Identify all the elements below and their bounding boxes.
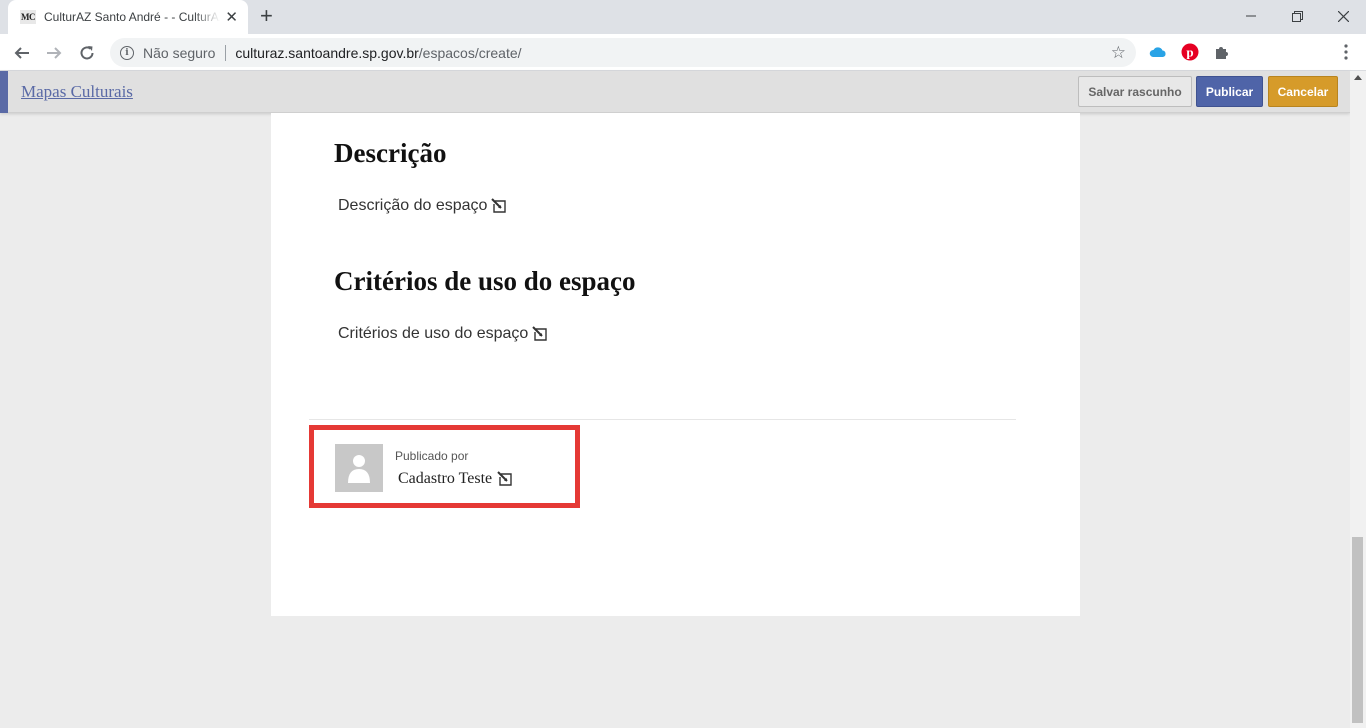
browser-toolbar: i Não seguro culturaz.santoandre.sp.gov.… [0,34,1366,71]
publisher-name[interactable]: Cadastro Teste [398,470,513,488]
restore-icon[interactable] [1274,0,1320,32]
avatar[interactable] [335,444,383,492]
scrollbar-thumb[interactable] [1352,537,1363,723]
published-by-label: Publicado por [395,449,469,463]
publish-button[interactable]: Publicar [1196,76,1263,107]
scroll-up-arrow-icon[interactable] [1354,75,1362,80]
minimize-icon[interactable] [1228,0,1274,32]
back-arrow-icon[interactable] [10,41,34,65]
edit-icon[interactable] [532,326,548,342]
url-host: culturaz.santoandre.sp.gov.br [235,44,419,61]
new-tab-icon[interactable]: + [260,5,273,27]
description-placeholder[interactable]: Descrição do espaço [338,197,487,215]
publisher-name-text[interactable]: Cadastro Teste [398,470,492,488]
forward-arrow-icon[interactable] [42,41,66,65]
address-bar[interactable]: i Não seguro culturaz.santoandre.sp.gov.… [110,38,1136,67]
omnibox-separator [225,44,227,61]
close-window-icon[interactable] [1320,0,1366,32]
tab-title: CulturAZ Santo André - - CulturAZ Santo … [44,10,220,24]
brand-link[interactable]: Mapas Culturais [21,82,133,102]
close-tab-icon[interactable]: ✕ [225,8,238,26]
extensions-puzzle-icon[interactable] [1212,42,1232,62]
page-scrollbar[interactable] [1350,71,1366,728]
site-favicon-icon: MC [20,10,36,24]
url-path: /espacos/create/ [418,44,522,61]
description-heading: Descrição [334,138,447,168]
space-form-card: Descrição Descrição do espaço Critérios … [271,113,1080,616]
edit-icon[interactable] [491,198,507,214]
usage-criteria-heading: Critérios de uso do espaço [334,266,636,296]
usage-criteria-field[interactable]: Critérios de uso do espaço [338,325,548,343]
browser-tab-strip: MC CulturAZ Santo André - - CulturAZ San… [0,0,1366,34]
usage-criteria-placeholder[interactable]: Critérios de uso do espaço [338,325,528,343]
browser-tab[interactable]: MC CulturAZ Santo André - - CulturAZ San… [8,0,248,34]
info-icon[interactable]: i [120,45,134,60]
bookmark-star-icon[interactable]: ☆ [1111,43,1126,63]
pinterest-extension-icon[interactable]: p [1180,42,1200,62]
edit-icon[interactable] [497,471,513,487]
description-field[interactable]: Descrição do espaço [338,197,507,215]
save-draft-button[interactable]: Salvar rascunho [1078,76,1192,107]
url-text[interactable]: culturaz.santoandre.sp.gov.br/espacos/cr… [235,45,521,61]
svg-text:p: p [1186,45,1193,60]
cloud-extension-icon[interactable] [1148,42,1168,62]
app-header: Mapas Culturais Salvar rascunho Publicar… [0,71,1350,113]
browser-menu-icon[interactable] [1336,42,1356,62]
security-label[interactable]: Não seguro [143,45,215,61]
header-accent-strip [0,71,8,113]
reload-icon[interactable] [75,41,99,65]
section-divider [309,419,1016,420]
cancel-button[interactable]: Cancelar [1268,76,1338,107]
